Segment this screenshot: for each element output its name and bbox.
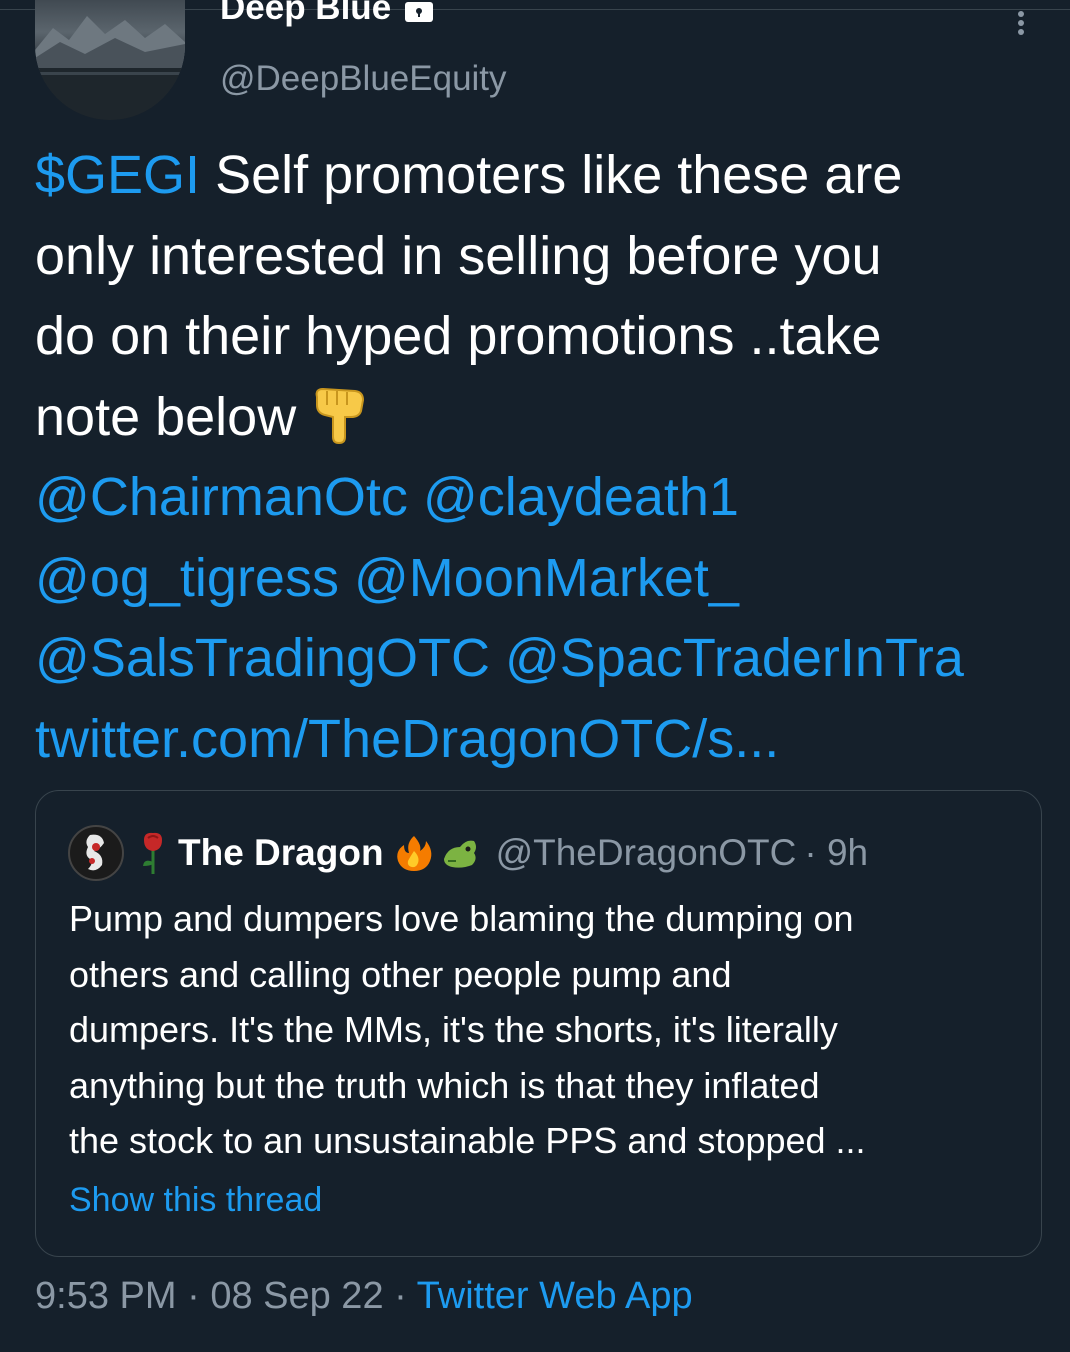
quoted-text-line: Pump and dumpers love blaming the dumpin… (69, 898, 854, 939)
quoted-tweet-header: The Dragon @TheDragonOTC · 9h (68, 823, 868, 883)
mention-link[interactable]: @MoonMarket_ (354, 548, 739, 608)
pointing-down-icon (315, 387, 365, 444)
mention-link[interactable]: @SpacTraderInTra (505, 628, 964, 688)
quoted-author-avatar[interactable] (68, 825, 124, 881)
mentions-line: @SalsTradingOTC @SpacTraderInTra (35, 618, 1045, 699)
quoted-author-name[interactable]: The Dragon (178, 832, 384, 874)
tweet-source-link[interactable]: Twitter Web App (417, 1275, 693, 1317)
author-avatar[interactable] (35, 0, 185, 120)
tweet-text: $GEGI Self promoters like these are only… (35, 135, 1045, 779)
tweet-metadata: 9:53 PM · 08 Sep 22 · Twitter Web App (35, 1275, 693, 1318)
quoted-tweet-text: Pump and dumpers love blaming the dumpin… (69, 891, 1029, 1169)
mention-link[interactable]: @claydeath1 (423, 467, 739, 527)
display-name-text[interactable]: Deep Blue (220, 0, 391, 28)
quoted-text-line: dumpers. It's the MMs, it's the shorts, … (69, 1009, 838, 1050)
tweet-line: $GEGI Self promoters like these are (35, 135, 1045, 216)
quoted-tweet-card[interactable]: The Dragon @TheDragonOTC · 9h Pump and d… (35, 790, 1042, 1257)
tweet-text-segment: note below (35, 386, 297, 447)
url-line: twitter.com/TheDragonOTC/s... (35, 699, 1045, 780)
lock-icon (405, 2, 434, 22)
mention-link[interactable]: @ChairmanOtc (35, 467, 408, 527)
quoted-author-handle[interactable]: @TheDragonOTC (496, 832, 797, 874)
tweet-line: do on their hyped promotions ..take (35, 306, 882, 366)
quoted-tweet-url-link[interactable]: twitter.com/TheDragonOTC/s... (35, 709, 779, 769)
tweet-text-segment: Self promoters like these are (200, 145, 903, 205)
tweet-line: note below (35, 377, 1045, 458)
quoted-text-line: anything but the truth which is that the… (69, 1064, 820, 1106)
mentions-line: @ChairmanOtc @claydeath1 (35, 457, 1045, 538)
mentions-line: @og_tigress @MoonMarket_ (35, 538, 1045, 619)
meta-separator: · (383, 1275, 417, 1317)
mention-link[interactable]: @og_tigress (35, 548, 339, 608)
cashtag-link[interactable]: $GEGI (35, 145, 200, 205)
quoted-text-line: others and calling other people pump and (69, 953, 732, 995)
quoted-text-line: the stock to an unsustainable PPS and st… (69, 1120, 866, 1161)
more-options-icon[interactable] (1012, 10, 1030, 36)
dragon-face-icon (443, 840, 476, 868)
author-handle[interactable]: @DeepBlueEquity (220, 59, 507, 99)
rose-icon (143, 832, 162, 874)
dragon-avatar-image (86, 834, 104, 871)
quoted-tweet-time[interactable]: · 9h (804, 832, 868, 874)
fire-icon (396, 836, 431, 871)
tweet-line: only interested in selling before you (35, 225, 882, 286)
mention-link[interactable]: @SalsTradingOTC (35, 628, 490, 688)
tweet-time[interactable]: 9:53 PM (35, 1275, 177, 1317)
avatar-landscape-image (35, 16, 185, 120)
show-thread-link[interactable]: Show this thread (69, 1181, 322, 1220)
tweet-date[interactable]: 08 Sep 22 (210, 1275, 383, 1317)
author-display-name[interactable]: Deep Blue (220, 0, 434, 28)
meta-separator: · (176, 1275, 211, 1317)
